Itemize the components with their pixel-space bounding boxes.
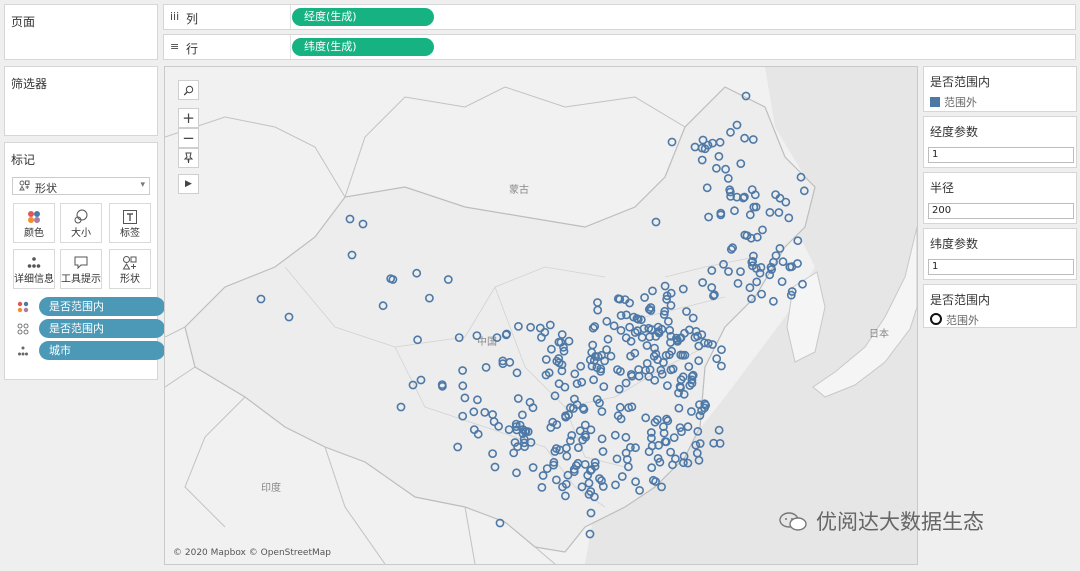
rows-shelf[interactable]: ≡ 行 纬度(生成) [163,34,1076,60]
pages-card[interactable]: 页面 [4,4,158,60]
city-mark[interactable] [717,345,726,355]
city-mark[interactable] [717,361,726,371]
mark-type-label: 形状 [35,182,57,195]
zoom-out-icon: − [182,129,195,147]
shape-legend-item[interactable]: 范围外 [930,312,979,328]
shape-icon [19,180,30,194]
color-legend-item-label: 范围外 [944,96,977,109]
tooltip-icon [61,255,101,271]
latitude-pill[interactable]: 纬度(生成) [292,38,434,56]
label-button-label: 标签 [120,228,140,239]
shape-button[interactable]: 形状 [109,249,151,289]
color-legend-item[interactable]: 范围外 [930,94,977,110]
expand-toolbar-button[interactable]: ▶ [178,174,199,194]
longitude-pill[interactable]: 经度(生成) [292,8,434,26]
color-swatch [930,97,940,107]
color-field-pill[interactable]: 是否范围内 [39,297,165,316]
watermark-text: 优阅达大数据生态 [816,510,984,534]
rows-icon: ≡ [170,40,180,53]
shape-legend-item-label: 范围外 [946,314,979,327]
map-attribution[interactable]: © 2020 Mapbox © OpenStreetMap [173,548,331,558]
mark-type-dropdown[interactable]: 形状 ▾ [12,177,150,195]
label-button[interactable]: 标签 [109,203,151,243]
detail-field-pill[interactable]: 城市 [39,341,165,360]
chevron-down-icon: ▾ [140,180,145,190]
map-label-india: 印度 [261,481,281,494]
tooltip-button[interactable]: 工具提示 [60,249,102,289]
shape-legend-title: 是否范围内 [930,293,991,307]
wechat-icon [778,511,808,533]
pages-title: 页面 [11,15,36,29]
map-canvas[interactable]: 蒙古 中国 印度 日本 [165,67,917,564]
size-button[interactable]: 大小 [60,203,102,243]
lon-param-title: 经度参数 [930,125,979,139]
lat-param-input[interactable]: 1 [928,259,1074,275]
city-mark[interactable] [667,137,677,147]
radius-param-input[interactable]: 200 [928,203,1074,219]
color-dots-icon [14,209,54,225]
map-label-japan: 日本 [869,327,889,340]
city-mark[interactable] [712,354,722,364]
detail-button-label: 详细信息 [14,274,54,285]
shape-button-label: 形状 [120,274,140,285]
circle-shape-icon [930,313,942,325]
map-label-mongolia: 蒙古 [509,183,529,196]
pin-map-button[interactable] [178,148,199,168]
pin-icon [183,152,194,164]
tooltip-button-label: 工具提示 [61,274,101,285]
zoom-in-button[interactable]: + [178,108,199,128]
shape-field-pill[interactable]: 是否范围内 [39,319,165,338]
watermark: 优阅达大数据生态 [778,506,984,536]
text-label-icon [110,209,150,225]
shape-icon [17,323,31,337]
lon-param-card: 经度参数 1 [923,116,1077,168]
shelf-divider [290,5,291,29]
city-mark[interactable] [793,236,803,246]
shape-legend-card[interactable]: 是否范围内 范围外 [923,284,1077,328]
search-icon [183,85,194,96]
city-mark[interactable] [793,259,802,268]
city-mark[interactable] [757,289,766,299]
columns-shelf-label: 列 [186,12,199,26]
lat-param-title: 纬度参数 [930,237,979,251]
color-button-label: 颜色 [24,228,44,239]
radius-param-title: 半径 [930,181,955,195]
city-mark[interactable] [769,296,778,306]
color-button[interactable]: 颜色 [13,203,55,243]
map-search-button[interactable] [178,80,199,100]
zoom-in-icon: + [182,109,195,127]
map-view[interactable]: 蒙古 中国 印度 日本 + − ▶ © 2020 Mapbox © OpenSt… [164,66,918,565]
filters-card[interactable]: 筛选器 [4,66,158,136]
size-button-label: 大小 [71,228,91,239]
zoom-out-button[interactable]: − [178,128,199,148]
color-legend-card[interactable]: 是否范围内 范围外 [923,66,1077,112]
expand-arrow-icon: ▶ [185,179,192,189]
size-circles-icon [61,209,101,225]
columns-icon: iii [170,10,180,23]
detail-dots-icon [17,345,31,359]
marks-title: 标记 [11,153,36,167]
lat-param-card: 纬度参数 1 [923,228,1077,280]
radius-param-card: 半径 200 [923,172,1077,224]
color-legend-title: 是否范围内 [930,75,991,89]
marks-card: 标记 形状 ▾ 颜色 大小 标签 详细信息 工具提示 形状 是否范围内 是否范围… [4,142,165,380]
detail-button[interactable]: 详细信息 [13,249,55,289]
lon-param-input[interactable]: 1 [928,147,1074,163]
shape-icon [110,255,150,271]
detail-dots-icon [14,255,54,271]
rows-shelf-label: 行 [186,42,199,56]
city-mark[interactable] [777,277,787,286]
columns-shelf[interactable]: iii 列 经度(生成) [163,4,1076,30]
shelf-divider [290,35,291,59]
city-mark[interactable] [778,257,788,267]
filters-title: 筛选器 [11,77,48,91]
color-dots-icon [17,301,31,315]
